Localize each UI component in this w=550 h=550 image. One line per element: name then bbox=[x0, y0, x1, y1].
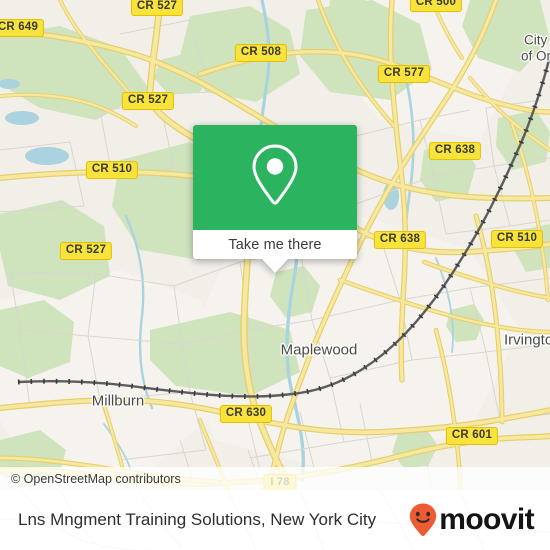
popup-tail bbox=[262, 259, 288, 273]
road-shield: CR 630 bbox=[219, 405, 273, 423]
map-attribution-bar: © OpenStreetMap contributors bbox=[0, 467, 550, 490]
place-label: Irvington bbox=[504, 331, 550, 349]
road-shield: CR 510 bbox=[490, 230, 544, 248]
map-pin-icon bbox=[247, 142, 303, 213]
take-me-there-label: Take me there bbox=[228, 236, 322, 253]
road-shield: CR 638 bbox=[428, 142, 482, 160]
footer-place-title: Lns Mngment Training Solutions, New York… bbox=[18, 510, 377, 529]
road-shield: CR 510 bbox=[85, 161, 139, 179]
moovit-smiley-pin-icon bbox=[408, 502, 438, 538]
openstreetmap-attribution[interactable]: © OpenStreetMap contributors bbox=[0, 472, 181, 486]
road-shield: CR 527 bbox=[121, 92, 175, 110]
popup-action-bar[interactable]: Take me there bbox=[193, 230, 357, 273]
popup-marker-panel bbox=[193, 125, 357, 230]
road-shield: CR 649 bbox=[0, 19, 45, 37]
road-shield: CR 638 bbox=[373, 231, 427, 249]
footer-content: Lns Mngment Training Solutions, New York… bbox=[0, 490, 550, 550]
road-shield: CR 500 bbox=[409, 0, 463, 12]
moovit-map-screenshot: CR 527 CR 500 CR 649 CR 508 CR 577 CR 52… bbox=[0, 0, 550, 550]
place-label: City bbox=[524, 32, 548, 48]
map-canvas[interactable]: CR 527 CR 500 CR 649 CR 508 CR 577 CR 52… bbox=[0, 0, 550, 490]
place-label: Millburn bbox=[91, 392, 145, 410]
road-shield: CR 601 bbox=[445, 427, 499, 445]
place-label: Maplewood bbox=[280, 341, 358, 359]
road-shield: CR 577 bbox=[377, 65, 431, 83]
road-shield: CR 527 bbox=[59, 242, 113, 260]
road-shield: CR 527 bbox=[130, 0, 184, 16]
moovit-brand[interactable]: moovit bbox=[408, 502, 535, 538]
moovit-wordmark: moovit bbox=[439, 503, 534, 536]
road-shield: CR 508 bbox=[234, 44, 288, 62]
footer-bar: Lns Mngment Training Solutions, New York… bbox=[0, 490, 550, 550]
location-popup-card[interactable]: Take me there bbox=[193, 125, 357, 273]
place-label: of Or bbox=[521, 48, 550, 64]
